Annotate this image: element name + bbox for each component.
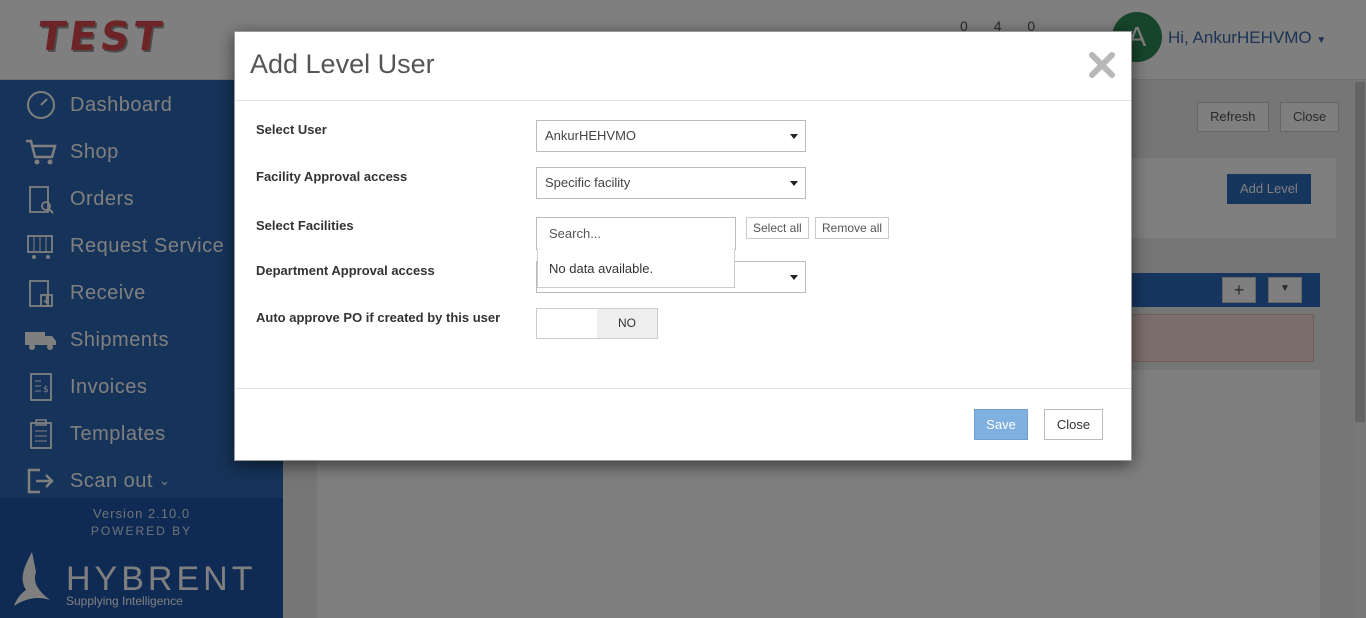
close-icon[interactable]: [1087, 50, 1117, 80]
facility-access-value: Specific facility: [545, 175, 631, 190]
add-level-user-modal: Add Level User Select User AnkurHEHVMO F…: [234, 31, 1132, 461]
select-user-label: Select User: [256, 122, 327, 137]
select-user-dropdown[interactable]: AnkurHEHVMO: [536, 120, 806, 152]
modal-title: Add Level User: [250, 49, 435, 79]
modal-header: Add Level User: [235, 32, 1131, 101]
remove-all-button[interactable]: Remove all: [815, 217, 890, 239]
select-user-value: AnkurHEHVMO: [545, 128, 637, 143]
auto-approve-toggle[interactable]: NO: [536, 308, 658, 339]
caret-down-icon: [790, 181, 798, 186]
modal-footer: Save Close: [235, 388, 1131, 460]
save-button[interactable]: Save: [974, 409, 1028, 440]
select-facilities-label: Select Facilities: [256, 218, 354, 233]
facility-access-label: Facility Approval access: [256, 169, 408, 184]
auto-approve-label: Auto approve PO if created by this user: [256, 310, 501, 325]
department-access-label: Department Approval access: [256, 263, 435, 278]
empty-message: No data available.: [549, 261, 654, 276]
select-all-button[interactable]: Select all: [746, 217, 809, 239]
facility-access-dropdown[interactable]: Specific facility: [536, 167, 806, 199]
close-button[interactable]: Close: [1044, 409, 1103, 440]
caret-down-icon: [790, 275, 798, 280]
facility-search-input[interactable]: [536, 217, 736, 250]
caret-down-icon: [790, 134, 798, 139]
toggle-state-label: NO: [597, 309, 657, 338]
facility-dropdown-list: No data available.: [537, 249, 735, 288]
